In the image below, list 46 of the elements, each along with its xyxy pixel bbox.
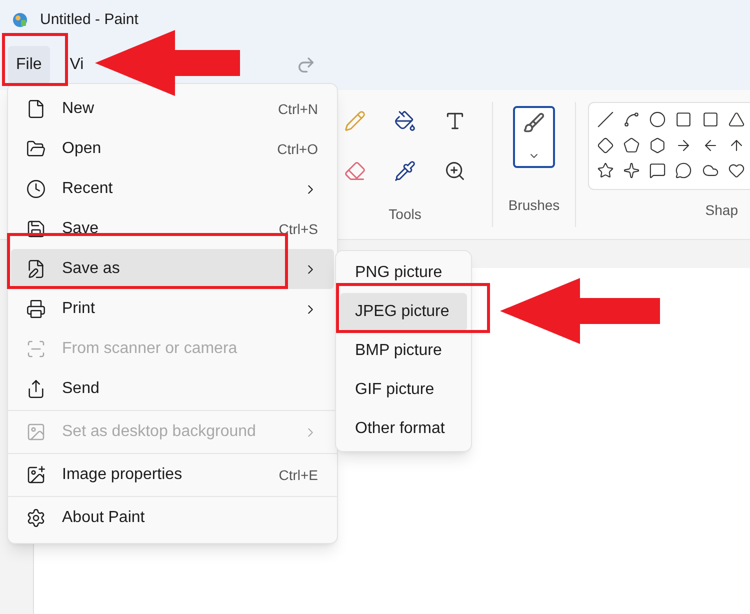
triangle-icon[interactable] <box>728 111 745 128</box>
six-point-star-icon[interactable] <box>623 162 640 180</box>
menu-item[interactable]: JPEG picture <box>340 293 467 331</box>
eyedropper-icon[interactable] <box>394 160 416 182</box>
text-icon[interactable] <box>444 110 466 132</box>
clock-icon <box>26 179 46 199</box>
paint-bucket-icon[interactable] <box>394 110 416 132</box>
save-as-icon <box>26 259 46 279</box>
curve-icon[interactable] <box>623 111 640 128</box>
group-label: Brushes <box>508 196 560 215</box>
printer-icon <box>26 299 46 319</box>
shortcut-text: Ctrl+N <box>278 100 318 118</box>
shortcut-text: Ctrl+O <box>277 140 318 158</box>
file-icon <box>26 99 46 119</box>
settings-icon <box>26 508 46 528</box>
folder-icon <box>26 139 46 159</box>
window-title: Untitled - Paint <box>40 10 138 30</box>
rounded-rectangle-icon[interactable] <box>702 111 719 128</box>
heart-icon[interactable] <box>728 162 745 180</box>
oval-icon[interactable] <box>649 111 666 128</box>
group-label: Tools <box>388 205 422 224</box>
menu-tab[interactable]: Vi <box>62 46 92 84</box>
share-icon <box>26 379 46 399</box>
shortcut-text: Ctrl+S <box>278 220 318 238</box>
brush-button[interactable] <box>513 106 555 168</box>
eraser-icon[interactable] <box>344 160 366 182</box>
callout-icon[interactable] <box>649 162 666 180</box>
rectangle-icon[interactable] <box>675 111 692 128</box>
paint-logo-icon <box>12 12 28 28</box>
diamond-icon[interactable] <box>597 136 614 154</box>
group-label: Shap <box>705 201 738 220</box>
zoom-icon[interactable] <box>444 160 466 182</box>
line-icon[interactable] <box>597 111 614 128</box>
image-icon <box>26 422 46 442</box>
save-icon <box>26 219 46 239</box>
pentagon-icon[interactable] <box>623 136 640 154</box>
scanner-icon <box>26 339 46 359</box>
menu-item[interactable]: Save as <box>11 249 334 289</box>
highlight-frame <box>2 33 68 86</box>
brush-icon <box>523 112 545 134</box>
menu-tab[interactable]: File <box>8 46 50 84</box>
star-icon[interactable] <box>597 162 614 180</box>
shortcut-text: Ctrl+E <box>278 466 318 484</box>
oval-callout-icon[interactable] <box>675 162 692 180</box>
hexagon-icon[interactable] <box>649 136 666 154</box>
image-properties-icon <box>26 465 46 485</box>
